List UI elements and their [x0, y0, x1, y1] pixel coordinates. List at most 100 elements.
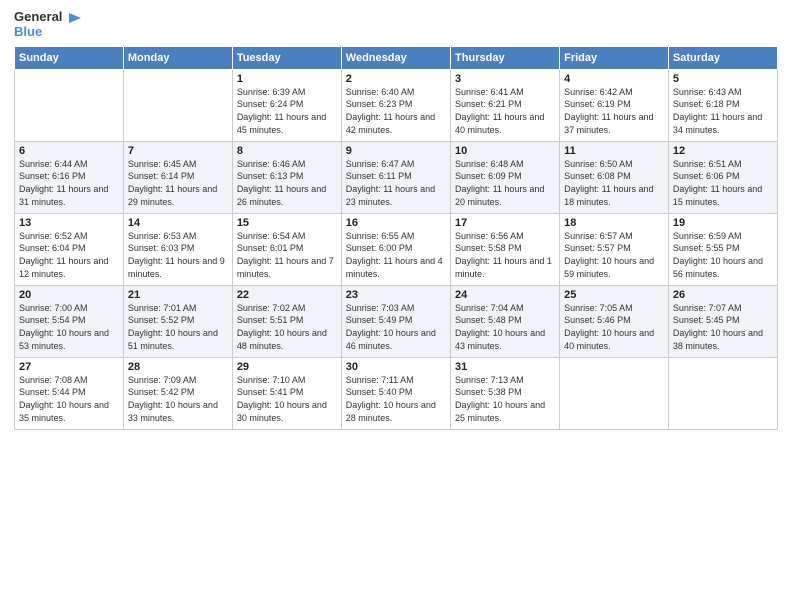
day-info: Sunrise: 7:13 AM Sunset: 5:38 PM Dayligh…	[455, 374, 555, 424]
cell-w3-d5: 17Sunrise: 6:56 AM Sunset: 5:58 PM Dayli…	[451, 213, 560, 285]
day-number: 13	[19, 217, 119, 229]
day-info: Sunrise: 6:54 AM Sunset: 6:01 PM Dayligh…	[237, 230, 337, 280]
cell-w5-d5: 31Sunrise: 7:13 AM Sunset: 5:38 PM Dayli…	[451, 357, 560, 429]
day-number: 4	[564, 73, 664, 85]
day-info: Sunrise: 6:51 AM Sunset: 6:06 PM Dayligh…	[673, 158, 773, 208]
day-info: Sunrise: 6:44 AM Sunset: 6:16 PM Dayligh…	[19, 158, 119, 208]
day-number: 14	[128, 217, 228, 229]
day-number: 26	[673, 289, 773, 301]
cell-w5-d3: 29Sunrise: 7:10 AM Sunset: 5:41 PM Dayli…	[232, 357, 341, 429]
cell-w2-d3: 8Sunrise: 6:46 AM Sunset: 6:13 PM Daylig…	[232, 141, 341, 213]
header-friday: Friday	[560, 46, 669, 69]
calendar-header-row: SundayMondayTuesdayWednesdayThursdayFrid…	[15, 46, 778, 69]
header-monday: Monday	[123, 46, 232, 69]
day-info: Sunrise: 6:47 AM Sunset: 6:11 PM Dayligh…	[346, 158, 446, 208]
cell-w2-d2: 7Sunrise: 6:45 AM Sunset: 6:14 PM Daylig…	[123, 141, 232, 213]
day-info: Sunrise: 7:07 AM Sunset: 5:45 PM Dayligh…	[673, 302, 773, 352]
day-info: Sunrise: 7:04 AM Sunset: 5:48 PM Dayligh…	[455, 302, 555, 352]
week-row-2: 6Sunrise: 6:44 AM Sunset: 6:16 PM Daylig…	[15, 141, 778, 213]
day-number: 11	[564, 145, 664, 157]
day-number: 24	[455, 289, 555, 301]
day-info: Sunrise: 6:55 AM Sunset: 6:00 PM Dayligh…	[346, 230, 446, 280]
cell-w4-d6: 25Sunrise: 7:05 AM Sunset: 5:46 PM Dayli…	[560, 285, 669, 357]
day-number: 20	[19, 289, 119, 301]
day-number: 15	[237, 217, 337, 229]
week-row-3: 13Sunrise: 6:52 AM Sunset: 6:04 PM Dayli…	[15, 213, 778, 285]
day-info: Sunrise: 6:52 AM Sunset: 6:04 PM Dayligh…	[19, 230, 119, 280]
page: General Blue SundayMondayTuesdayWednesda…	[0, 0, 792, 612]
cell-w5-d7	[668, 357, 777, 429]
cell-w1-d6: 4Sunrise: 6:42 AM Sunset: 6:19 PM Daylig…	[560, 69, 669, 141]
cell-w1-d4: 2Sunrise: 6:40 AM Sunset: 6:23 PM Daylig…	[341, 69, 450, 141]
day-number: 18	[564, 217, 664, 229]
header-tuesday: Tuesday	[232, 46, 341, 69]
cell-w4-d7: 26Sunrise: 7:07 AM Sunset: 5:45 PM Dayli…	[668, 285, 777, 357]
day-info: Sunrise: 7:05 AM Sunset: 5:46 PM Dayligh…	[564, 302, 664, 352]
cell-w4-d3: 22Sunrise: 7:02 AM Sunset: 5:51 PM Dayli…	[232, 285, 341, 357]
day-info: Sunrise: 7:10 AM Sunset: 5:41 PM Dayligh…	[237, 374, 337, 424]
day-number: 17	[455, 217, 555, 229]
week-row-5: 27Sunrise: 7:08 AM Sunset: 5:44 PM Dayli…	[15, 357, 778, 429]
cell-w2-d4: 9Sunrise: 6:47 AM Sunset: 6:11 PM Daylig…	[341, 141, 450, 213]
day-number: 23	[346, 289, 446, 301]
cell-w2-d1: 6Sunrise: 6:44 AM Sunset: 6:16 PM Daylig…	[15, 141, 124, 213]
cell-w3-d1: 13Sunrise: 6:52 AM Sunset: 6:04 PM Dayli…	[15, 213, 124, 285]
cell-w1-d5: 3Sunrise: 6:41 AM Sunset: 6:21 PM Daylig…	[451, 69, 560, 141]
day-info: Sunrise: 7:01 AM Sunset: 5:52 PM Dayligh…	[128, 302, 228, 352]
day-number: 2	[346, 73, 446, 85]
day-number: 3	[455, 73, 555, 85]
cell-w1-d7: 5Sunrise: 6:43 AM Sunset: 6:18 PM Daylig…	[668, 69, 777, 141]
logo: General Blue	[14, 10, 81, 40]
day-info: Sunrise: 6:50 AM Sunset: 6:08 PM Dayligh…	[564, 158, 664, 208]
header-wednesday: Wednesday	[341, 46, 450, 69]
cell-w1-d2	[123, 69, 232, 141]
day-info: Sunrise: 6:57 AM Sunset: 5:57 PM Dayligh…	[564, 230, 664, 280]
day-info: Sunrise: 7:03 AM Sunset: 5:49 PM Dayligh…	[346, 302, 446, 352]
cell-w5-d4: 30Sunrise: 7:11 AM Sunset: 5:40 PM Dayli…	[341, 357, 450, 429]
day-number: 29	[237, 361, 337, 373]
week-row-1: 1Sunrise: 6:39 AM Sunset: 6:24 PM Daylig…	[15, 69, 778, 141]
day-number: 30	[346, 361, 446, 373]
day-info: Sunrise: 7:11 AM Sunset: 5:40 PM Dayligh…	[346, 374, 446, 424]
day-info: Sunrise: 6:39 AM Sunset: 6:24 PM Dayligh…	[237, 86, 337, 136]
day-info: Sunrise: 6:45 AM Sunset: 6:14 PM Dayligh…	[128, 158, 228, 208]
day-info: Sunrise: 6:42 AM Sunset: 6:19 PM Dayligh…	[564, 86, 664, 136]
cell-w1-d1	[15, 69, 124, 141]
calendar-table: SundayMondayTuesdayWednesdayThursdayFrid…	[14, 46, 778, 430]
cell-w5-d6	[560, 357, 669, 429]
day-info: Sunrise: 6:59 AM Sunset: 5:55 PM Dayligh…	[673, 230, 773, 280]
cell-w5-d2: 28Sunrise: 7:09 AM Sunset: 5:42 PM Dayli…	[123, 357, 232, 429]
day-info: Sunrise: 6:40 AM Sunset: 6:23 PM Dayligh…	[346, 86, 446, 136]
cell-w4-d1: 20Sunrise: 7:00 AM Sunset: 5:54 PM Dayli…	[15, 285, 124, 357]
cell-w4-d4: 23Sunrise: 7:03 AM Sunset: 5:49 PM Dayli…	[341, 285, 450, 357]
cell-w4-d5: 24Sunrise: 7:04 AM Sunset: 5:48 PM Dayli…	[451, 285, 560, 357]
day-number: 7	[128, 145, 228, 157]
cell-w2-d6: 11Sunrise: 6:50 AM Sunset: 6:08 PM Dayli…	[560, 141, 669, 213]
day-number: 21	[128, 289, 228, 301]
day-info: Sunrise: 7:00 AM Sunset: 5:54 PM Dayligh…	[19, 302, 119, 352]
day-number: 5	[673, 73, 773, 85]
cell-w2-d7: 12Sunrise: 6:51 AM Sunset: 6:06 PM Dayli…	[668, 141, 777, 213]
header-thursday: Thursday	[451, 46, 560, 69]
day-info: Sunrise: 7:08 AM Sunset: 5:44 PM Dayligh…	[19, 374, 119, 424]
cell-w3-d7: 19Sunrise: 6:59 AM Sunset: 5:55 PM Dayli…	[668, 213, 777, 285]
cell-w3-d3: 15Sunrise: 6:54 AM Sunset: 6:01 PM Dayli…	[232, 213, 341, 285]
day-number: 28	[128, 361, 228, 373]
cell-w4-d2: 21Sunrise: 7:01 AM Sunset: 5:52 PM Dayli…	[123, 285, 232, 357]
day-number: 16	[346, 217, 446, 229]
day-number: 10	[455, 145, 555, 157]
day-number: 31	[455, 361, 555, 373]
day-number: 19	[673, 217, 773, 229]
day-info: Sunrise: 6:46 AM Sunset: 6:13 PM Dayligh…	[237, 158, 337, 208]
day-number: 22	[237, 289, 337, 301]
cell-w3-d6: 18Sunrise: 6:57 AM Sunset: 5:57 PM Dayli…	[560, 213, 669, 285]
day-info: Sunrise: 7:02 AM Sunset: 5:51 PM Dayligh…	[237, 302, 337, 352]
day-info: Sunrise: 6:48 AM Sunset: 6:09 PM Dayligh…	[455, 158, 555, 208]
cell-w1-d3: 1Sunrise: 6:39 AM Sunset: 6:24 PM Daylig…	[232, 69, 341, 141]
header-saturday: Saturday	[668, 46, 777, 69]
day-info: Sunrise: 6:53 AM Sunset: 6:03 PM Dayligh…	[128, 230, 228, 280]
day-info: Sunrise: 6:43 AM Sunset: 6:18 PM Dayligh…	[673, 86, 773, 136]
cell-w3-d4: 16Sunrise: 6:55 AM Sunset: 6:00 PM Dayli…	[341, 213, 450, 285]
day-number: 27	[19, 361, 119, 373]
day-number: 1	[237, 73, 337, 85]
